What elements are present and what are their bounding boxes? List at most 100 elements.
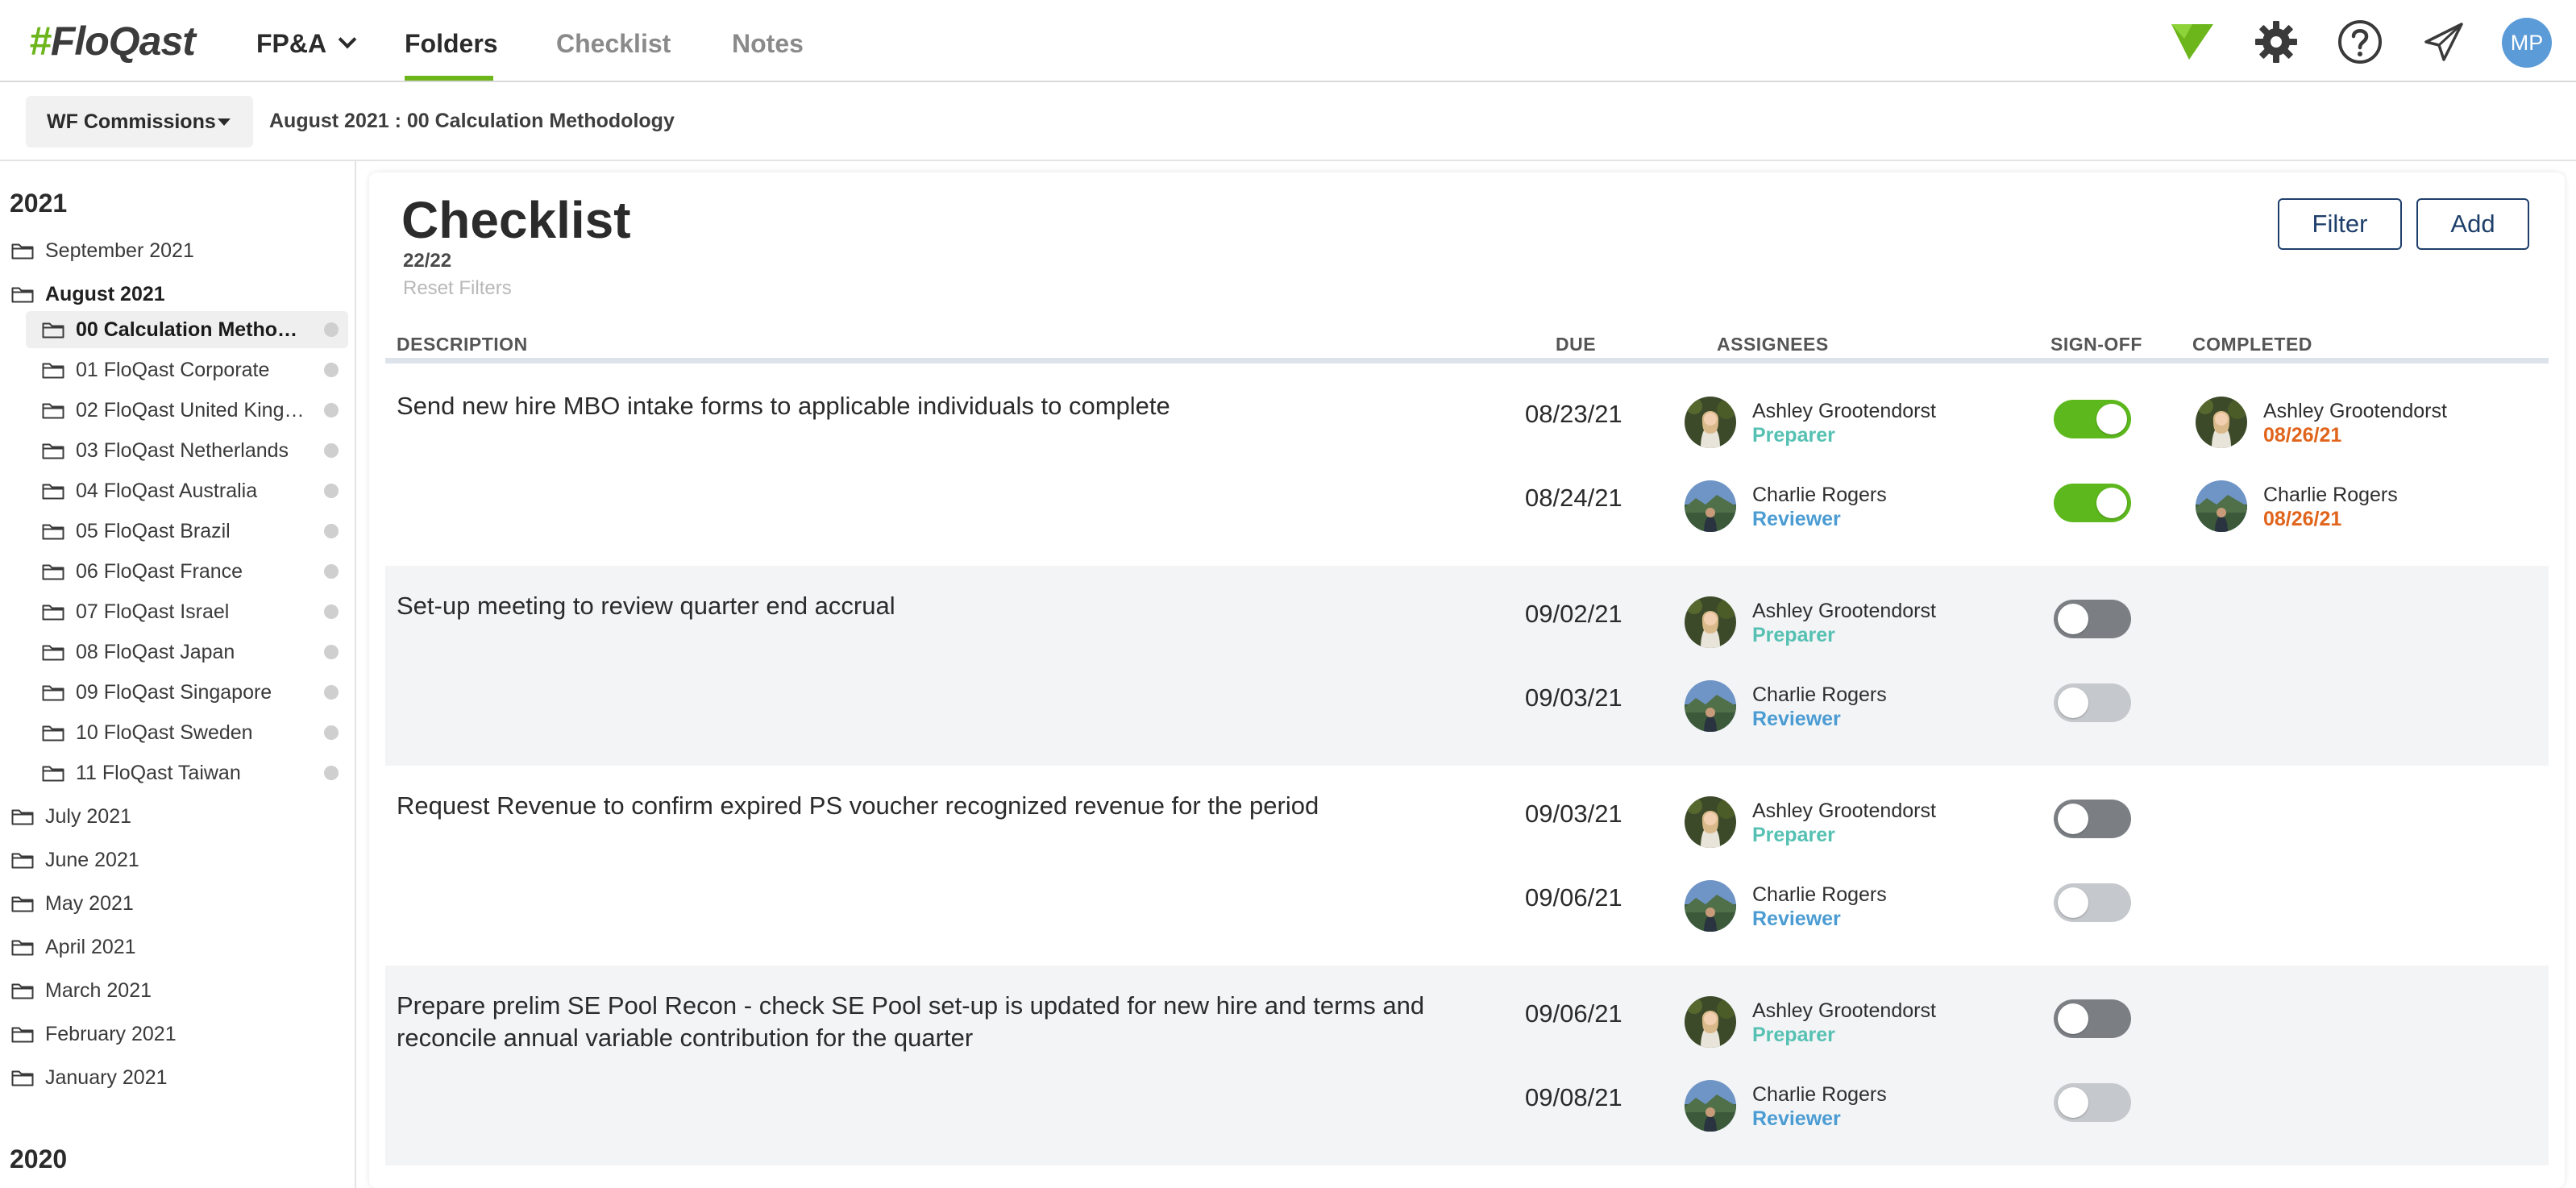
subfolder-02-floqast-united-kingdom[interactable]: 02 FloQast United Kingdom bbox=[26, 392, 348, 429]
column-header-description[interactable]: DESCRIPTION bbox=[397, 334, 528, 355]
completed-date: 08/26/21 bbox=[2263, 508, 2342, 530]
folder-september-2021[interactable]: September 2021 bbox=[11, 232, 194, 269]
assignee-reviewer: Charlie Rogers Reviewer bbox=[1685, 680, 2023, 737]
subfolder-07-floqast-israel[interactable]: 07 FloQast Israel bbox=[26, 593, 348, 630]
subfolder-08-floqast-japan[interactable]: 08 FloQast Japan bbox=[26, 633, 348, 671]
tab-checklist[interactable]: Checklist bbox=[556, 29, 671, 59]
folder-label: January 2021 bbox=[45, 1065, 168, 1089]
avatar bbox=[1685, 996, 1736, 1048]
assignee-name: Ashley Grootendorst bbox=[1752, 400, 1936, 422]
checklist-task-row[interactable]: Send new hire MBO intake forms to applic… bbox=[385, 366, 2549, 566]
assignee-role: Reviewer bbox=[1752, 908, 1841, 930]
assignee-reviewer: Charlie Rogers Reviewer bbox=[1685, 880, 2023, 937]
completed-by: Ashley Grootendorst 08/26/21 bbox=[2196, 397, 2534, 453]
subfolder-04-floqast-australia[interactable]: 04 FloQast Australia bbox=[26, 472, 348, 509]
assignee-name: Charlie Rogers bbox=[1752, 1083, 1887, 1106]
assignee-role: Preparer bbox=[1752, 1024, 1835, 1046]
assignee-name: Charlie Rogers bbox=[1752, 683, 1887, 706]
folder-icon bbox=[11, 982, 34, 999]
folder-icon bbox=[42, 522, 64, 540]
status-dot bbox=[324, 564, 339, 579]
folder-label: September 2021 bbox=[45, 239, 194, 262]
folder-august-2021[interactable]: August 2021 bbox=[11, 276, 165, 313]
toggle-knob bbox=[2058, 887, 2088, 918]
reset-filters-link[interactable]: Reset Filters bbox=[403, 277, 512, 300]
subfolder-11-floqast-taiwan[interactable]: 11 FloQast Taiwan bbox=[26, 754, 348, 791]
subfolder-label: 10 FloQast Sweden bbox=[76, 721, 253, 744]
gear-icon[interactable] bbox=[2252, 18, 2300, 66]
due-date: 09/03/21 bbox=[1525, 683, 1622, 712]
tab-notes[interactable]: Notes bbox=[732, 29, 804, 59]
due-date: 09/06/21 bbox=[1525, 883, 1622, 912]
folder-march-2021[interactable]: March 2021 bbox=[11, 972, 152, 1009]
sign-off-toggle[interactable] bbox=[2054, 1083, 2131, 1122]
status-dot bbox=[324, 443, 339, 458]
folder-icon bbox=[42, 401, 64, 419]
subfolder-label: 08 FloQast Japan bbox=[76, 640, 235, 663]
sign-off-toggle[interactable] bbox=[2054, 800, 2131, 838]
year-heading: 2020 bbox=[10, 1144, 68, 1173]
help-icon[interactable] bbox=[2336, 18, 2384, 66]
folder-label: July 2021 bbox=[45, 804, 132, 828]
status-dot bbox=[324, 484, 339, 498]
entity-selector[interactable]: WF Commissions bbox=[26, 96, 253, 147]
tab-folders[interactable]: Folders bbox=[405, 29, 498, 59]
subfolder-label: 01 FloQast Corporate bbox=[76, 358, 270, 381]
folder-january-2021[interactable]: January 2021 bbox=[11, 1059, 168, 1096]
folder-may-2021[interactable]: May 2021 bbox=[11, 885, 134, 922]
due-date: 09/08/21 bbox=[1525, 1083, 1622, 1111]
folder-june-2021[interactable]: June 2021 bbox=[11, 841, 139, 879]
status-dot bbox=[324, 685, 339, 700]
avatar bbox=[1685, 397, 1736, 448]
user-avatar[interactable]: MP bbox=[2502, 18, 2552, 68]
folder-february-2021[interactable]: February 2021 bbox=[11, 1016, 177, 1053]
subfolder-03-floqast-netherlands[interactable]: 03 FloQast Netherlands bbox=[26, 432, 348, 469]
active-tab-indicator bbox=[405, 76, 493, 81]
checklist-task-row[interactable]: Request Revenue to confirm expired PS vo… bbox=[385, 766, 2549, 966]
completed-name: Ashley Grootendorst bbox=[2263, 400, 2447, 422]
assignee-preparer: Ashley Grootendorst Preparer bbox=[1685, 996, 2023, 1053]
folder-april-2021[interactable]: April 2021 bbox=[11, 928, 136, 966]
task-description: Send new hire MBO intake forms to applic… bbox=[397, 392, 1170, 420]
assignee-name: Ashley Grootendorst bbox=[1752, 999, 1936, 1022]
completed-date: 08/26/21 bbox=[2263, 424, 2342, 447]
subfolder-label: 03 FloQast Netherlands bbox=[76, 438, 289, 462]
subfolder-01-floqast-corporate[interactable]: 01 FloQast Corporate bbox=[26, 351, 348, 388]
subfolder-10-floqast-sweden[interactable]: 10 FloQast Sweden bbox=[26, 714, 348, 751]
assignee-role: Preparer bbox=[1752, 624, 1835, 646]
assignee-reviewer: Charlie Rogers Reviewer bbox=[1685, 480, 2023, 537]
folder-label: May 2021 bbox=[45, 891, 134, 915]
sign-off-toggle[interactable] bbox=[2054, 400, 2131, 438]
workspace-menu[interactable]: FP&A bbox=[256, 29, 357, 59]
sign-off-toggle[interactable] bbox=[2054, 683, 2131, 722]
sign-off-toggle[interactable] bbox=[2054, 883, 2131, 922]
column-header-due[interactable]: DUE bbox=[1556, 334, 1596, 355]
due-date: 09/06/21 bbox=[1525, 999, 1622, 1028]
checklist-task-row[interactable]: Set-up meeting to review quarter end acc… bbox=[385, 566, 2549, 766]
floqast-flag-icon[interactable] bbox=[2168, 18, 2217, 66]
folder-icon bbox=[42, 603, 64, 621]
status-dot bbox=[324, 766, 339, 780]
workspace-menu-label: FP&A bbox=[256, 29, 327, 58]
sign-off-toggle[interactable] bbox=[2054, 600, 2131, 638]
sign-off-toggle[interactable] bbox=[2054, 484, 2131, 522]
folder-icon bbox=[42, 764, 64, 782]
send-icon[interactable] bbox=[2420, 18, 2468, 66]
subfolder-00-calculation-methodology[interactable]: 00 Calculation Methodology bbox=[26, 311, 348, 348]
folder-icon bbox=[42, 321, 64, 339]
subfolder-05-floqast-brazil[interactable]: 05 FloQast Brazil bbox=[26, 513, 348, 550]
subfolder-06-floqast-france[interactable]: 06 FloQast France bbox=[26, 553, 348, 590]
folder-icon bbox=[11, 808, 34, 825]
checklist-task-row[interactable]: Prepare prelim SE Pool Recon - check SE … bbox=[385, 966, 2549, 1165]
column-header-sign-off: SIGN-OFF bbox=[2050, 334, 2142, 355]
subfolder-label: 02 FloQast United Kingdom bbox=[76, 398, 310, 422]
assignee-role: Reviewer bbox=[1752, 708, 1841, 730]
floqast-logo[interactable]: #FloQast bbox=[29, 18, 196, 64]
filter-button[interactable]: Filter bbox=[2278, 198, 2402, 250]
sign-off-toggle[interactable] bbox=[2054, 999, 2131, 1038]
subfolder-09-floqast-singapore[interactable]: 09 FloQast Singapore bbox=[26, 674, 348, 711]
subfolder-label: 07 FloQast Israel bbox=[76, 600, 230, 623]
add-button[interactable]: Add bbox=[2416, 198, 2529, 250]
folder-july-2021[interactable]: July 2021 bbox=[11, 798, 131, 835]
assignee-role: Preparer bbox=[1752, 824, 1835, 846]
